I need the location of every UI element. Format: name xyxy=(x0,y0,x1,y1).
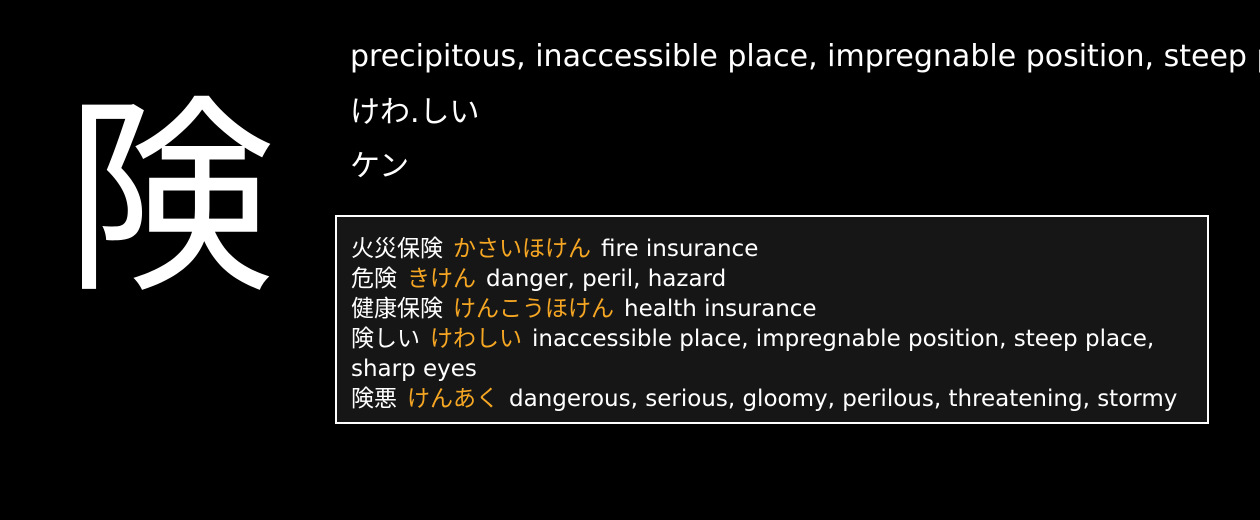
example-word: 健康保険 xyxy=(351,296,443,322)
example-row: 健康保険 けんこうほけん health insurance xyxy=(351,294,1193,324)
example-gloss: fire insurance xyxy=(601,236,759,262)
example-reading: けわしい xyxy=(430,326,522,352)
example-reading: けんあく xyxy=(407,386,499,412)
on-reading: ケン xyxy=(350,149,410,184)
example-word: 険しい xyxy=(351,326,420,352)
example-reading: かさいほけん xyxy=(453,236,591,262)
example-reading: きけん xyxy=(407,266,476,292)
example-word: 険悪 xyxy=(351,386,397,412)
example-row: 火災保険 かさいほけん fire insurance xyxy=(351,234,1193,264)
kanji-info: precipitous, inaccessible place, impregn… xyxy=(350,36,1260,188)
example-word: 火災保険 xyxy=(351,236,443,262)
example-row: 危険 きけん danger, peril, hazard xyxy=(351,264,1193,294)
example-row: 険悪 けんあく dangerous, serious, gloomy, perilo… xyxy=(351,384,1193,414)
example-gloss: health insurance xyxy=(624,296,817,322)
example-row: 険しい けわしい inaccessible place, impregnable p… xyxy=(351,324,1193,384)
kun-reading: けわ.しい xyxy=(350,95,480,130)
kanji-character: 険 xyxy=(64,77,275,322)
example-reading: けんこうほけん xyxy=(453,296,614,322)
example-gloss: dangerous, serious, gloomy, perilous, th… xyxy=(509,386,1178,412)
kanji-meaning: precipitous, inaccessible place, impregn… xyxy=(350,39,1260,74)
example-word: 危険 xyxy=(351,266,397,292)
example-gloss: danger, peril, hazard xyxy=(486,266,727,292)
examples-box: 火災保険 かさいほけん fire insurance 危険 きけん danger, pe… xyxy=(335,215,1209,424)
